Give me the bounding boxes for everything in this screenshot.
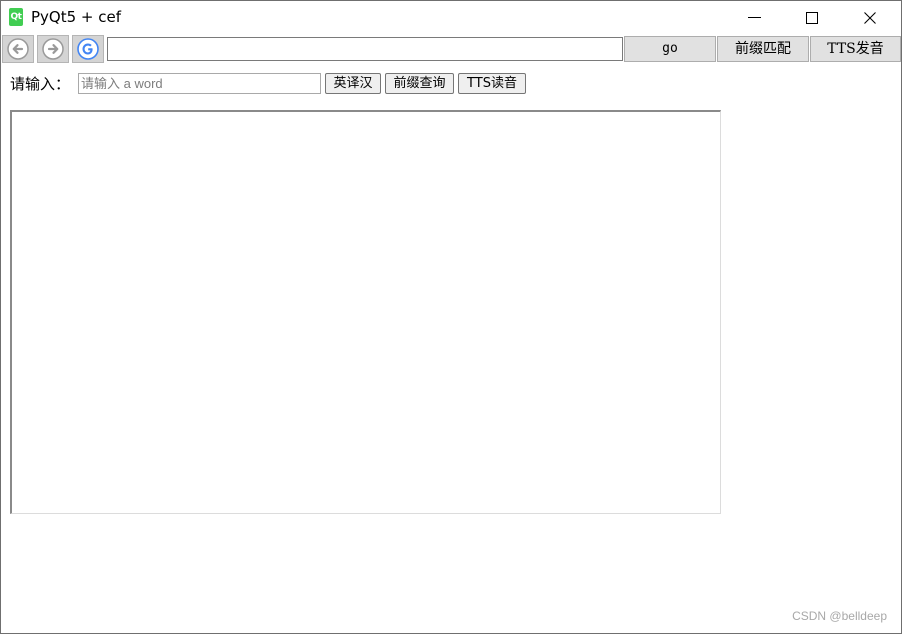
prefix-match-button[interactable]: 前缀匹配: [717, 36, 809, 62]
minimize-button[interactable]: [731, 1, 777, 34]
tts-read-button[interactable]: TTS读音: [458, 73, 526, 94]
window-title: PyQt5 + cef: [31, 8, 122, 26]
tts-pronounce-button[interactable]: TTS发音: [810, 36, 901, 62]
home-button[interactable]: [72, 35, 104, 63]
close-button[interactable]: [847, 1, 893, 34]
word-input[interactable]: [78, 73, 321, 94]
close-icon: [864, 11, 876, 24]
translate-button[interactable]: 英译汉: [325, 73, 381, 94]
google-icon: [77, 38, 99, 60]
url-input[interactable]: [107, 37, 623, 61]
result-textarea[interactable]: [10, 110, 721, 514]
minimize-icon: [747, 17, 761, 18]
forward-button[interactable]: [37, 35, 69, 63]
forward-arrow-icon: [42, 38, 64, 60]
input-prompt-label: 请输入：: [10, 75, 71, 93]
maximize-button[interactable]: [789, 1, 835, 34]
title-bar: Qt PyQt5 + cef: [1, 1, 901, 34]
watermark: CSDN @belldeep: [792, 609, 887, 623]
app-window: Qt PyQt5 + cef go 前缀匹配 TTS发音 请输入： 请输入 a …: [0, 0, 902, 634]
prefix-query-button[interactable]: 前缀查询: [385, 73, 454, 94]
qt-logo-icon: Qt: [9, 8, 23, 26]
back-button[interactable]: [2, 35, 34, 63]
maximize-icon: [806, 11, 818, 24]
go-button[interactable]: go: [624, 36, 716, 62]
back-arrow-icon: [7, 38, 29, 60]
